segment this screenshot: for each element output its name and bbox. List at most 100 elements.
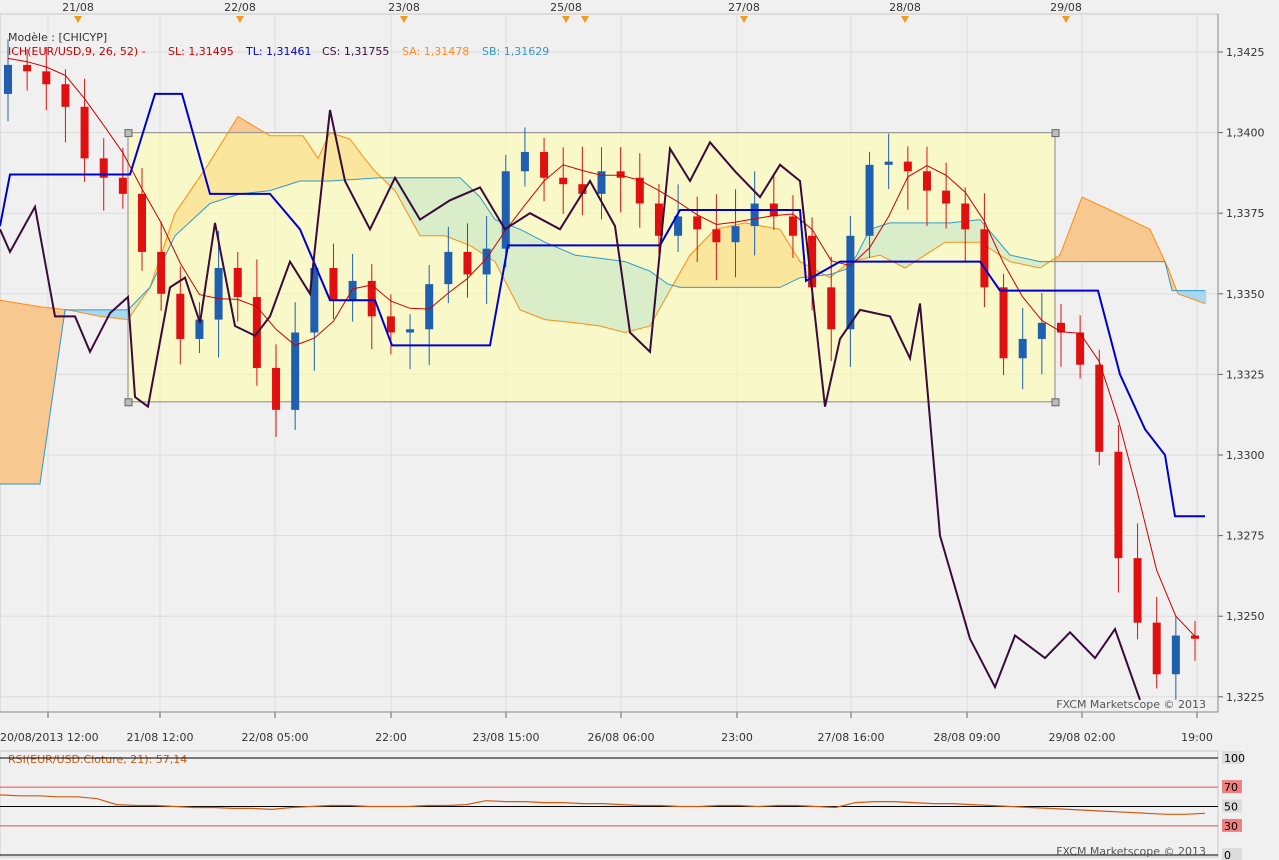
candle-body[interactable] <box>1095 364 1104 452</box>
cloud-segment <box>1094 202 1099 262</box>
candle-body[interactable] <box>884 161 893 165</box>
x-tick-label: 20/08/2013 12:00 <box>0 731 99 744</box>
candle-body[interactable] <box>922 171 931 191</box>
top-date-label: 21/08 <box>62 1 94 14</box>
candle-body[interactable] <box>1133 558 1142 623</box>
rsi-level-label: 50 <box>1224 801 1238 814</box>
x-tick-label: 28/08 09:00 <box>934 731 1001 744</box>
rectangle-handle[interactable] <box>1051 398 1060 407</box>
x-tick-label: 21/08 12:00 <box>127 731 194 744</box>
candle-body[interactable] <box>463 251 472 275</box>
cloud-segment <box>1193 290 1198 302</box>
cloud-segment <box>1199 290 1204 304</box>
legend-senkou-b: SB: 1,31629 <box>482 45 549 58</box>
candle-body[interactable] <box>367 280 376 317</box>
rectangle-handle[interactable] <box>1051 129 1060 138</box>
y-tick-label: 1,3375 <box>1226 207 1265 220</box>
candle-body[interactable] <box>750 203 759 227</box>
candle-body[interactable] <box>999 287 1008 359</box>
cloud-segment <box>122 309 127 320</box>
candle-body[interactable] <box>138 193 147 252</box>
cloud-segment <box>1127 218 1132 262</box>
candle-body[interactable] <box>788 216 797 236</box>
cloud-segment <box>1085 198 1090 262</box>
candle-body[interactable] <box>1171 635 1180 675</box>
model-label: Modèle : [CHICYP] <box>8 31 107 44</box>
legend-senkou-a: SA: 1,31478 <box>402 45 469 58</box>
cloud-segment <box>41 306 46 471</box>
cloud-segment <box>1079 196 1084 262</box>
candle-body[interactable] <box>157 251 166 294</box>
candle-body[interactable] <box>559 177 568 185</box>
candle-body[interactable] <box>540 151 549 178</box>
cloud-segment <box>2 300 7 485</box>
candle-body[interactable] <box>693 216 702 230</box>
top-date-label: 28/08 <box>889 1 921 14</box>
cloud-segment <box>35 305 40 485</box>
candle-body[interactable] <box>23 64 32 72</box>
candle-body[interactable] <box>501 171 510 249</box>
x-tick-label: 19:00 <box>1181 731 1213 744</box>
candle-body[interactable] <box>1152 622 1161 675</box>
rsi-title: RSI(EUR/USD.Cloture, 21): 57,14 <box>8 753 187 766</box>
candle-body[interactable] <box>712 229 721 243</box>
candle-body[interactable] <box>616 171 625 178</box>
candle-body[interactable] <box>846 235 855 330</box>
candle-body[interactable] <box>233 268 242 298</box>
cloud-segment <box>1091 201 1096 262</box>
cloud-segment <box>5 300 10 485</box>
top-date-label: 25/08 <box>550 1 582 14</box>
price-chart[interactable]: 21/08 22/08 23/08 25/08 27/08 28/08 29/08 1,342… <box>0 0 1279 860</box>
candle-body[interactable] <box>348 280 357 301</box>
rectangle-handle[interactable] <box>124 129 133 138</box>
candle-body[interactable] <box>406 329 415 333</box>
candle-body[interactable] <box>42 71 51 85</box>
cloud-segment <box>1130 219 1135 262</box>
cloud-segment <box>1121 215 1126 262</box>
cloud-segment <box>8 301 13 485</box>
candle-body[interactable] <box>1114 451 1123 559</box>
y-tick-label: 1,3425 <box>1226 46 1265 59</box>
candle-body[interactable] <box>827 287 836 330</box>
cloud-segment <box>1136 222 1141 262</box>
candle-body[interactable] <box>61 84 70 107</box>
candle-body[interactable] <box>980 229 989 288</box>
candle-body[interactable] <box>214 268 223 320</box>
cloud-segment <box>1196 290 1201 303</box>
candle-body[interactable] <box>4 64 12 94</box>
legend-ichimoku: ICH(EUR/USD,9, 26, 52) - <box>8 45 146 58</box>
cloud-segment <box>119 309 124 320</box>
cloud-segment <box>1145 226 1150 262</box>
candle-body[interactable] <box>176 293 185 339</box>
candle-body[interactable] <box>80 106 89 159</box>
legend-senkou-lead: SL: 1,31495 <box>168 45 234 58</box>
cloud-segment <box>1097 203 1102 262</box>
x-tick-label: 23:00 <box>721 731 753 744</box>
x-tick-label: 27/08 16:00 <box>818 731 885 744</box>
candle-body[interactable] <box>961 203 970 230</box>
x-tick-label: 23/08 15:00 <box>473 731 540 744</box>
rectangle-handle[interactable] <box>124 398 133 407</box>
candle-body[interactable] <box>444 251 453 285</box>
cloud-segment <box>1133 221 1138 262</box>
rsi-level-label: 0 <box>1224 849 1231 860</box>
watermark: FXCM Marketscope © 2013 <box>1056 698 1206 711</box>
cloud-segment <box>14 302 19 485</box>
candle-body[interactable] <box>1056 322 1065 333</box>
candle-body[interactable] <box>118 177 127 194</box>
candle-body[interactable] <box>865 164 874 236</box>
candle-body[interactable] <box>1037 322 1046 339</box>
candle-body[interactable] <box>731 226 740 243</box>
candle-body[interactable] <box>1018 338 1027 359</box>
candle-body[interactable] <box>520 151 529 172</box>
x-tick-label: 29/08 02:00 <box>1049 731 1116 744</box>
cloud-segment <box>98 309 103 317</box>
candle-body[interactable] <box>272 367 281 410</box>
candle-body[interactable] <box>329 268 338 301</box>
candle-body[interactable] <box>942 190 951 204</box>
candle-body[interactable] <box>903 161 912 172</box>
cloud-segment <box>23 303 28 485</box>
cloud-segment <box>1112 210 1117 262</box>
candle-body[interactable] <box>386 316 395 333</box>
cloud-segment <box>0 299 4 485</box>
